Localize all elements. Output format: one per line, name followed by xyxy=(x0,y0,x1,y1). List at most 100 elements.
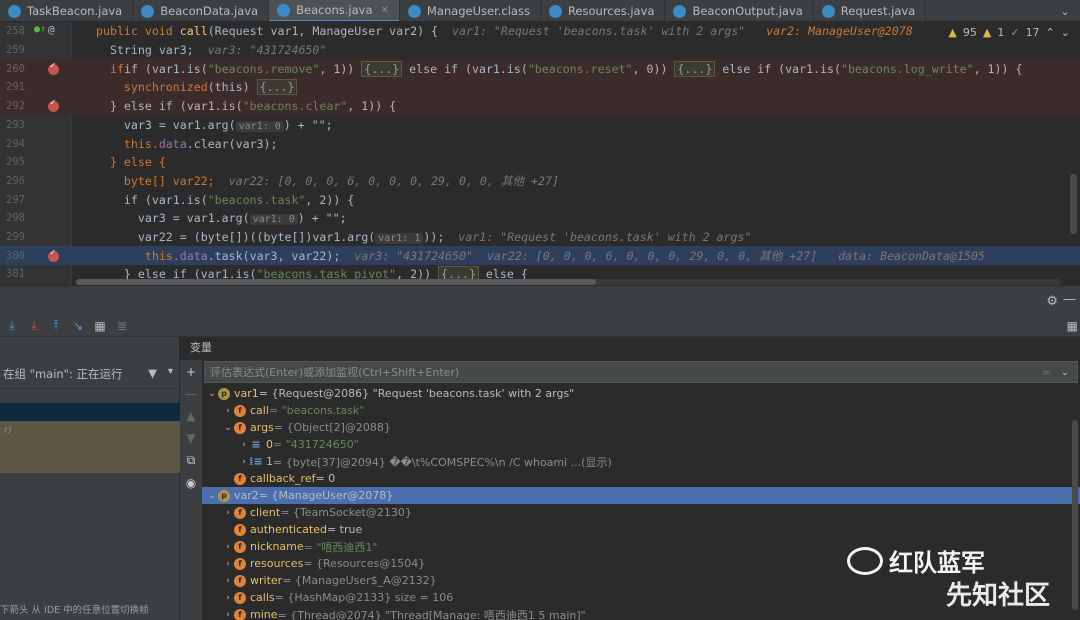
java-class-icon xyxy=(277,3,291,17)
collapse-arrow-icon: › xyxy=(226,592,230,603)
filter-icon[interactable]: ▼ xyxy=(148,366,157,380)
tab-beacons[interactable]: Beacons.java ✕ xyxy=(269,0,400,21)
code-line[interactable]: 297 if (var1.is("beacons.task", 2)) { xyxy=(0,190,1080,209)
collapse-arrow-icon: › xyxy=(226,541,230,552)
frames-hint: 下箭头 从 IDE 中的任意位置切换帧 xyxy=(0,605,149,616)
layout-icon[interactable]: ▦ xyxy=(1067,319,1078,333)
field-icon: f xyxy=(234,506,246,519)
close-icon[interactable]: ✕ xyxy=(381,5,389,16)
field-icon: f xyxy=(234,523,246,536)
run-to-cursor-icon[interactable]: ↘ xyxy=(70,318,86,334)
array-element-icon: ≡ xyxy=(251,438,261,451)
frame-item[interactable]: r) xyxy=(0,421,180,473)
code-line[interactable]: 294 this.data.clear(var3); xyxy=(0,134,1080,153)
code-line-breakpoint[interactable]: 292 } else if (var1.is("beacons.clear", … xyxy=(0,96,1080,116)
field-icon: f xyxy=(234,591,246,604)
view-icon[interactable]: ◉ xyxy=(186,476,196,490)
tab-manageuser[interactable]: ManageUser.class xyxy=(400,0,541,21)
move-up-icon[interactable]: ▲ xyxy=(186,409,195,423)
wechat-watermark: 红队蓝军 xyxy=(847,543,985,578)
collapse-arrow-icon: › xyxy=(242,456,246,467)
parameter-icon: p xyxy=(218,489,230,502)
variables-title: 变量 xyxy=(190,341,212,354)
variable-row-selected[interactable]: ⌄ p var2 = {ManageUser@2078} xyxy=(202,487,1080,504)
variable-row[interactable]: › f call = "beacons.task" xyxy=(202,402,1080,419)
breakpoint-icon[interactable] xyxy=(48,98,59,113)
debug-panel-header: ⚙ — xyxy=(0,285,1080,315)
code-line-execution-point[interactable]: 300 this.data.task(var3, var22); var3: "… xyxy=(0,246,1080,266)
step-over-icon[interactable]: ⤓ xyxy=(4,318,20,334)
code-line[interactable]: 295 } else { xyxy=(0,153,1080,172)
collapse-arrow-icon: › xyxy=(226,405,230,416)
variables-side-toolbar: + — ▲ ▼ ⧉ ◉ xyxy=(180,360,202,620)
variable-row[interactable]: f callback_ref = 0 xyxy=(202,470,1080,487)
infinity-icon[interactable]: ∞ xyxy=(1042,366,1051,379)
variable-row[interactable]: › ≡ 0 = "431724650" xyxy=(202,436,1080,453)
tab-resources[interactable]: Resources.java xyxy=(541,0,666,21)
expand-arrow-icon: ⌄ xyxy=(208,490,216,501)
java-class-icon xyxy=(548,4,562,18)
variable-row[interactable]: ⌄ p var1 = {Request@2086} "Request 'beacon… xyxy=(202,385,1080,402)
add-watch-icon[interactable]: + xyxy=(186,365,196,379)
field-icon: f xyxy=(234,472,246,485)
java-class-icon xyxy=(141,4,155,18)
breakpoint-icon[interactable] xyxy=(48,61,59,75)
editor-vertical-scrollbar[interactable] xyxy=(1070,174,1077,234)
copy-icon[interactable]: ⧉ xyxy=(187,453,196,468)
code-line[interactable]: 293 var3 = var1.arg(var1: 0) + ""; xyxy=(0,116,1080,135)
step-into-icon[interactable]: ⤓ xyxy=(26,318,42,334)
variables-scrollbar[interactable] xyxy=(1072,420,1078,610)
frames-panel: 在组 "main": 正在运行 ▼ ▾ r) 下箭头 从 IDE 中的任意位置切… xyxy=(0,337,180,620)
editor-tab-bar: TaskBeacon.java BeaconData.java Beacons.… xyxy=(0,0,1080,22)
collapse-arrow-icon: › xyxy=(226,507,230,518)
variable-row[interactable]: ⌄ f args = {Object[2]@2088} xyxy=(202,419,1080,436)
variable-row[interactable]: › ⁞≡ 1 = {byte[37]@2094} ��\t%COMSPEC%\n /… xyxy=(202,453,1080,470)
thread-selector[interactable]: 在组 "main": 正在运行 ▼ ▾ xyxy=(0,359,179,389)
array-element-icon: ⁞≡ xyxy=(249,455,263,468)
collapse-arrow-icon: › xyxy=(226,609,230,620)
move-down-icon[interactable]: ▼ xyxy=(186,431,195,445)
minimize-icon[interactable]: — xyxy=(1063,292,1076,307)
collapse-arrow-icon: › xyxy=(226,558,230,569)
variable-row[interactable]: › f client = {TeamSocket@2130} xyxy=(202,504,1080,521)
debug-toolbar: ⤓ ⤓ ⤒ ↘ ▦ ≣ ▦ xyxy=(0,315,1080,337)
tab-beacondata[interactable]: BeaconData.java xyxy=(133,0,270,21)
class-file-icon xyxy=(407,4,421,18)
code-editor[interactable]: ▲ 95 ▲ 1 ✓ 17 ⌃ ⌄ 258 ●↑ @ public void call(… xyxy=(0,22,1080,285)
expand-arrow-icon: ⌄ xyxy=(208,388,216,399)
wechat-icon xyxy=(847,546,883,575)
variable-row[interactable]: f authenticated = true xyxy=(202,521,1080,538)
breakpoint-icon[interactable] xyxy=(48,248,59,262)
tab-beaconoutput[interactable]: BeaconOutput.java xyxy=(665,0,814,21)
chevron-down-icon[interactable]: ⌄ xyxy=(1061,367,1069,378)
field-icon: f xyxy=(234,421,246,434)
tab-taskbeacon[interactable]: TaskBeacon.java xyxy=(0,0,134,21)
code-line[interactable]: 258 ●↑ @ public void call(Request var1, M… xyxy=(0,22,1080,41)
code-line[interactable]: 291 synchronized(this) {...} xyxy=(0,78,1080,97)
java-class-icon xyxy=(8,4,21,18)
field-icon: f xyxy=(234,540,246,553)
annotation-icon: @ xyxy=(48,23,55,37)
java-class-icon xyxy=(821,4,835,18)
chevron-down-icon[interactable]: ▾ xyxy=(168,366,173,377)
trace-icon[interactable]: ≣ xyxy=(114,318,130,334)
evaluate-expression-input[interactable]: 评估表达式(Enter)或添加监视(Ctrl+Shift+Enter) ∞ ⌄ xyxy=(204,361,1078,383)
field-icon: f xyxy=(234,574,246,587)
gear-icon[interactable]: ⚙ xyxy=(1046,294,1058,309)
field-icon: f xyxy=(234,608,246,620)
tab-request[interactable]: Request.java xyxy=(814,0,927,21)
remove-icon[interactable]: — xyxy=(185,387,197,401)
code-line[interactable]: 298 var3 = var1.arg(var1: 0) + ""; xyxy=(0,209,1080,228)
code-line[interactable]: 299 var22 = (byte[])((byte[])var1.arg(va… xyxy=(0,228,1080,247)
collapse-arrow-icon: › xyxy=(226,575,230,586)
site-watermark: 先知社区 xyxy=(945,581,1050,611)
step-out-icon[interactable]: ⤒ xyxy=(48,318,64,334)
code-line[interactable]: 259 String var3; var3: "431724650" xyxy=(0,41,1080,60)
java-class-icon xyxy=(673,4,687,18)
tab-list-chevron-icon[interactable]: ⌄ xyxy=(1050,0,1080,21)
frame-item-selected[interactable] xyxy=(0,403,180,421)
expand-arrow-icon: ⌄ xyxy=(224,422,232,433)
code-line-breakpoint[interactable]: 260 ifif (var1.is("beacons.remove", 1)) … xyxy=(0,59,1080,79)
code-line[interactable]: 296 byte[] var22; var22: [0, 0, 0, 6, 0,… xyxy=(0,172,1080,191)
evaluate-icon[interactable]: ▦ xyxy=(92,318,108,334)
